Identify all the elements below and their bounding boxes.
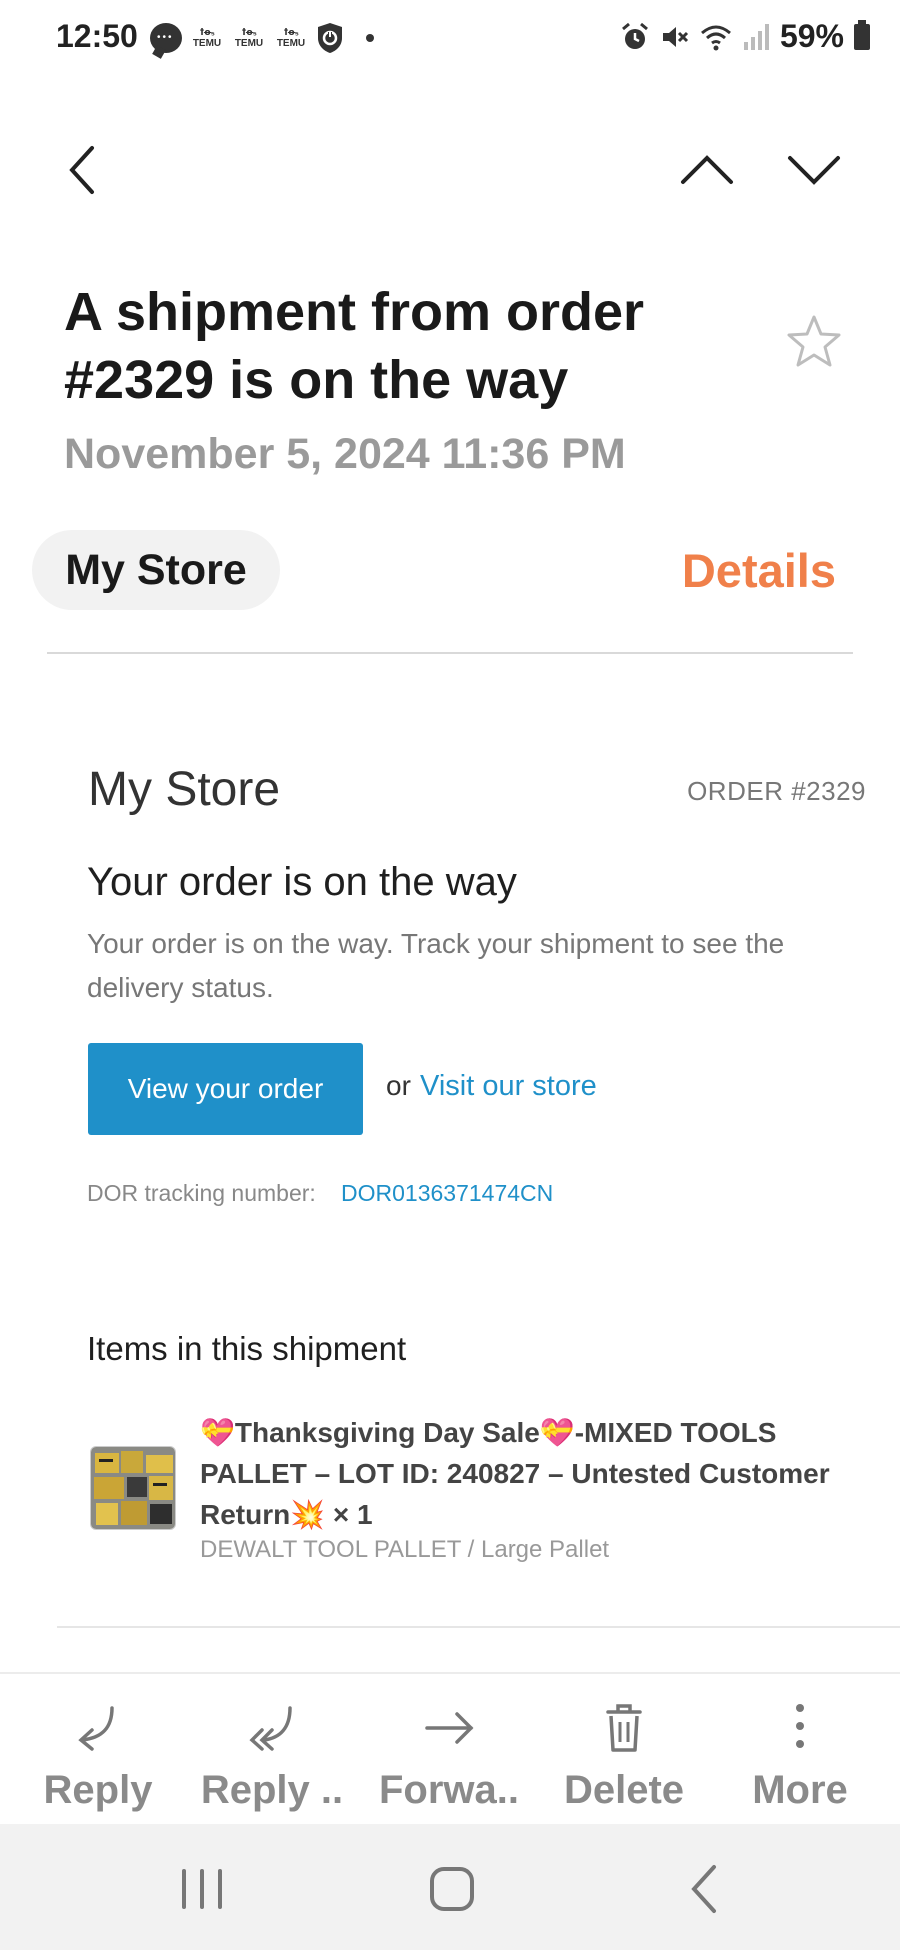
items-heading: Items in this shipment <box>87 1330 407 1367</box>
shield-icon <box>318 23 342 53</box>
delete-label: Delete <box>563 1768 685 1812</box>
visit-store-link[interactable]: Visit our store <box>420 1070 597 1103</box>
tracking-label: DOR tracking number: <box>87 1180 316 1206</box>
temu-icon: ꝉꝋ₅ TEMU <box>192 27 222 49</box>
more-button[interactable]: More <box>725 1674 875 1824</box>
wifi-icon <box>700 25 731 50</box>
star-icon[interactable] <box>784 312 844 372</box>
mute-icon <box>662 26 689 47</box>
tracking-number-link[interactable]: DOR0136371474CN <box>341 1180 553 1207</box>
sender-chip[interactable]: My Store <box>32 530 280 610</box>
email-date: November 5, 2024 11:36 PM <box>64 430 626 478</box>
back-button[interactable] <box>58 140 108 200</box>
item-variant: DEWALT TOOL PALLET / Large Pallet <box>200 1536 610 1563</box>
temu-icon: ꝉꝋ₅ TEMU <box>276 27 306 49</box>
next-email-button[interactable] <box>782 140 846 200</box>
email-action-bar: Reply Reply .. Forwa.. Delete More <box>0 1672 900 1824</box>
status-time: 12:50 <box>56 18 138 54</box>
reply-icon <box>78 1706 114 1751</box>
reply-label: Reply <box>43 1768 153 1812</box>
message-icon: ••• <box>150 23 182 53</box>
or-text: or <box>386 1070 411 1101</box>
item-thumbnail <box>90 1446 176 1530</box>
status-bar: 12:50 ••• ꝉꝋ₅ TEMU ꝉꝋ₅ TEMU ꝉꝋ₅ TEMU 59% <box>0 0 900 80</box>
system-status-icons: 59% <box>620 18 870 55</box>
email-subject: A shipment from order #2329 is on the wa… <box>64 282 645 410</box>
store-name: My Store <box>88 763 281 816</box>
order-number: ORDER #2329 <box>687 776 866 806</box>
signal-icon <box>743 23 769 50</box>
reply-all-label: Reply .. <box>200 1768 344 1812</box>
more-vertical-icon <box>796 1704 804 1748</box>
details-link[interactable]: Details <box>682 543 836 598</box>
reply-all-icon <box>249 1706 292 1751</box>
battery-icon <box>854 19 870 50</box>
notification-icons: ••• ꝉꝋ₅ TEMU ꝉꝋ₅ TEMU ꝉꝋ₅ TEMU <box>150 22 374 54</box>
temu-icon: ꝉꝋ₅ TEMU <box>234 27 264 49</box>
system-back-icon[interactable] <box>676 1859 736 1919</box>
view-order-button[interactable]: View your order <box>88 1043 363 1135</box>
body-heading: Your order is on the way <box>87 860 517 904</box>
forward-button[interactable]: Forwa.. <box>374 1674 524 1824</box>
previous-email-button[interactable] <box>675 140 739 200</box>
item-title: 💝Thanksgiving Day Sale💝-MIXED TOOLS PALL… <box>200 1417 830 1530</box>
header-divider <box>47 652 853 654</box>
delete-button[interactable]: Delete <box>549 1674 699 1824</box>
recent-apps-icon[interactable] <box>172 1859 232 1919</box>
system-nav-bar <box>0 1824 900 1950</box>
forward-label: Forwa.. <box>378 1768 520 1812</box>
forward-arrow-icon <box>425 1712 474 1744</box>
reply-button[interactable]: Reply <box>23 1674 173 1824</box>
email-nav-row <box>0 120 900 220</box>
home-icon[interactable] <box>422 1859 482 1919</box>
body-divider <box>57 1626 900 1628</box>
reply-all-button[interactable]: Reply .. <box>197 1674 347 1824</box>
notification-dot <box>366 34 374 42</box>
more-label: More <box>752 1768 848 1812</box>
battery-percent: 59% <box>779 18 844 54</box>
body-description: Your order is on the way. Track your shi… <box>87 928 785 1003</box>
alarm-icon <box>621 22 648 49</box>
trash-icon <box>606 1704 642 1752</box>
